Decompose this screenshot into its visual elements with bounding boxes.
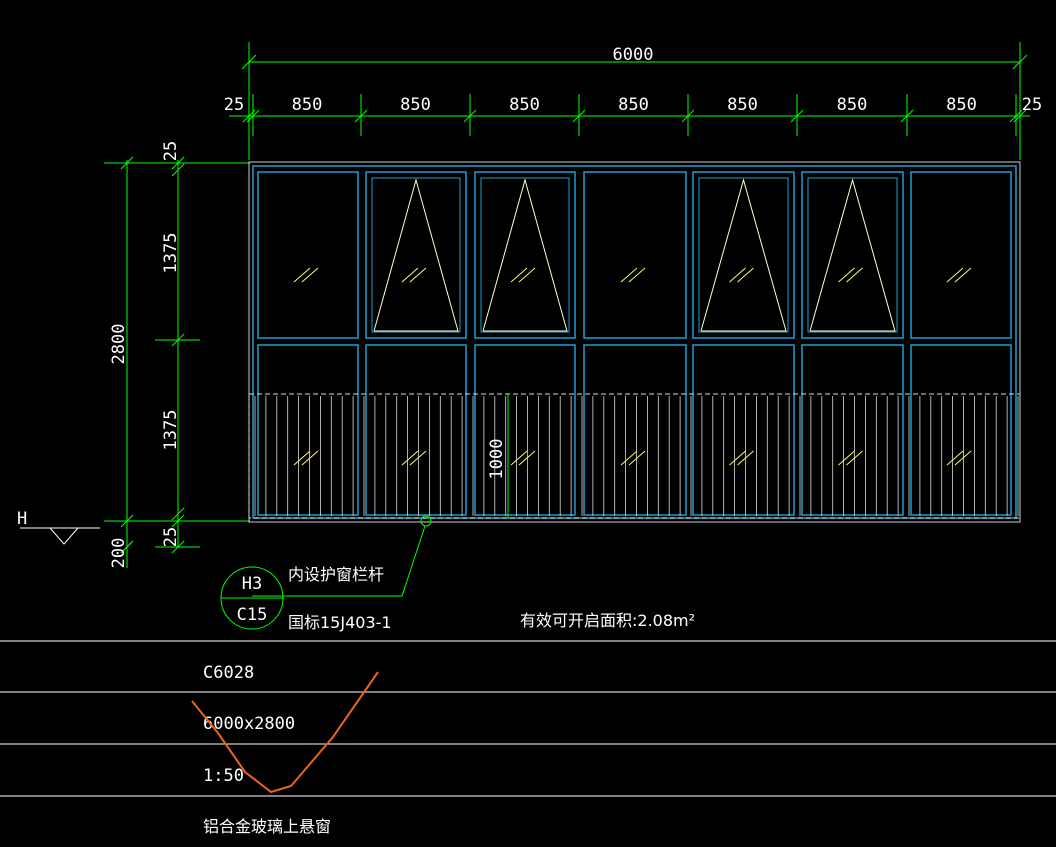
glass-mark (846, 267, 863, 283)
glass-mark (293, 450, 311, 466)
title-block-lines (0, 640, 1056, 797)
panel-width-label: 850 (400, 95, 431, 115)
level-marker-label: H (17, 509, 27, 529)
bottom-margin-label: 25 (161, 527, 181, 547)
panel-width-labels: 850 850 850 850 850 850 850 (292, 95, 977, 115)
glass-mark (510, 450, 528, 466)
sash-frame (807, 177, 898, 333)
glass-mark (838, 450, 855, 466)
lower-panel (583, 344, 687, 516)
glass-mark (301, 267, 319, 283)
panel-width-label: 850 (946, 95, 977, 115)
upper-panel (583, 171, 687, 339)
overall-width-label: 6000 (613, 45, 654, 65)
glass-mark (729, 450, 746, 466)
sash-frame (480, 177, 570, 333)
window-code: C6028 (203, 663, 254, 683)
upper-panel (365, 171, 467, 339)
sash-frame (371, 177, 461, 333)
panel-width-label: 850 (727, 95, 758, 115)
panel-width-label: 850 (292, 95, 323, 115)
right-margin-label: 25 (1022, 95, 1042, 115)
panel-width-label: 850 (509, 95, 540, 115)
top-hung-opening-symbol (482, 178, 568, 332)
drawing-scale: 1:50 (203, 766, 244, 786)
grille-note: 内设护窗栏杆 (288, 565, 384, 584)
glass-mark (518, 450, 536, 466)
panel-width-label: 850 (837, 95, 868, 115)
top-hung-opening-symbol (809, 178, 896, 332)
glass-mark (628, 267, 646, 283)
outer-frame (248, 161, 1021, 523)
glass-mark (409, 267, 427, 283)
glass-mark (628, 450, 646, 466)
glass-mark (838, 267, 855, 283)
glass-mark (954, 267, 972, 283)
top-hung-opening-symbol (700, 178, 787, 332)
glass-mark (518, 267, 536, 283)
lower-panel-label: 1375 (161, 410, 181, 451)
top-margin-label: 25 (161, 141, 181, 161)
glass-mark (946, 267, 964, 283)
inner-frame (252, 165, 1017, 519)
grille-height-label: 1000 (487, 439, 507, 480)
window-elevation (248, 161, 1021, 523)
glass-mark (510, 267, 528, 283)
glass-mark (729, 267, 746, 283)
sill-height-label: 200 (109, 538, 129, 569)
security-grille (248, 393, 1021, 519)
glass-mark (620, 450, 638, 466)
level-marker: H (17, 509, 100, 545)
lower-panel (257, 344, 359, 516)
upper-panel-label: 1375 (161, 233, 181, 274)
grille-outline (248, 393, 1021, 519)
glass-mark (301, 450, 319, 466)
glass-mark (620, 267, 638, 283)
effective-area-note: 有效可开启面积:2.08m² (520, 611, 695, 630)
overall-height-label: 2800 (109, 324, 129, 365)
sash-frame (698, 177, 789, 333)
upper-panel (692, 171, 795, 339)
lower-panel (801, 344, 904, 516)
glass-mark (737, 267, 754, 283)
upper-panel (801, 171, 904, 339)
glass-mark (946, 450, 964, 466)
detail-tag-bottom: C15 (237, 605, 268, 625)
glass-mark (954, 450, 972, 466)
glass-mark (401, 267, 419, 283)
window-description: 铝合金玻璃上悬窗 (203, 817, 331, 836)
cad-drawing-canvas: 6000 25 25 850 850 850 850 850 850 850 2800 25… (0, 42, 1056, 836)
detail-tag-top: H3 (242, 574, 262, 594)
upper-panel (257, 171, 359, 339)
glass-mark (293, 267, 311, 283)
top-hung-opening-symbol (373, 178, 459, 332)
standard-reference: 国标15J403-1 (288, 613, 392, 632)
upper-panel (474, 171, 576, 339)
lower-panel (692, 344, 795, 516)
panel-width-label: 850 (618, 95, 649, 115)
upper-panel (910, 171, 1012, 339)
left-margin-label: 25 (224, 95, 244, 115)
glass-mark (401, 450, 419, 466)
glass-mark (409, 450, 427, 466)
